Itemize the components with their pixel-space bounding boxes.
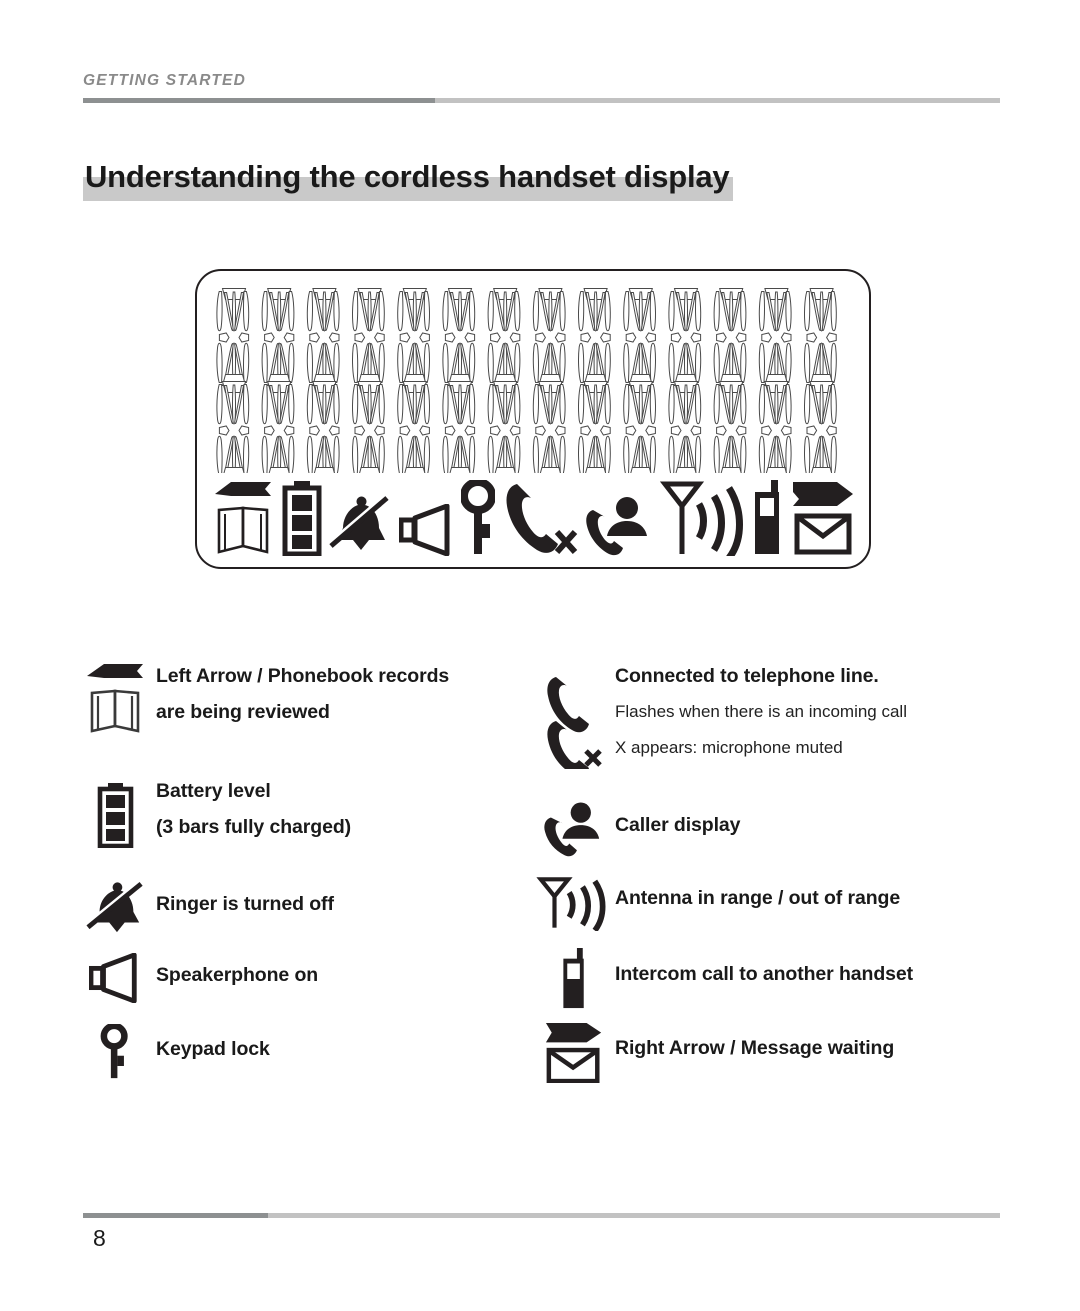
page-title: Understanding the cordless handset displ…	[85, 159, 730, 194]
legend-line: Right Arrow / Message waiting	[615, 1037, 895, 1059]
battery-icon	[97, 783, 134, 848]
battery-icon	[282, 481, 322, 556]
caller-display-icon	[586, 497, 647, 556]
legend-line: Connected to telephone line.	[615, 665, 879, 687]
legend-icon-group-intercom	[539, 948, 611, 1009]
legend-text-battery: Battery level (3 bars fully charged)	[156, 773, 351, 845]
legend-line: Battery level	[156, 780, 271, 802]
legend-icon-group-ringer	[83, 879, 149, 933]
legend-text-ringer: Ringer is turned off	[156, 886, 334, 922]
manual-page: GETTING STARTED Understanding the cordle…	[0, 0, 1080, 1311]
legend-icon-group-handset	[539, 660, 611, 770]
lcd-caller-display	[585, 496, 653, 556]
legend-text-intercom: Intercom call to another handset	[615, 956, 913, 992]
legend-text-message-waiting: Right Arrow / Message waiting	[615, 1030, 894, 1066]
lcd-character-segments	[213, 287, 855, 473]
legend-text-phonebook: Left Arrow / Phonebook records are being…	[156, 658, 449, 730]
legend-line: Antenna in range / out of range	[615, 887, 901, 909]
legend-icon-group-speakerphone	[83, 953, 149, 1003]
page-title-block: Understanding the cordless handset displ…	[83, 155, 783, 205]
legend-icon-group-key	[83, 1024, 149, 1079]
lcd-speakerphone	[399, 504, 455, 556]
legend-line: Keypad lock	[156, 1038, 270, 1060]
legend-text-connected: Connected to telephone line. Flashes whe…	[615, 658, 907, 766]
footer-rule	[83, 1213, 1000, 1218]
lcd-battery	[281, 480, 323, 556]
lcd-left-arrow-and-book	[213, 480, 275, 556]
envelope-icon	[794, 513, 852, 555]
legend-icon-group-battery	[83, 775, 149, 855]
speakerphone-icon	[89, 953, 137, 1003]
key-icon	[100, 1024, 128, 1079]
legend-line: Intercom call to another handset	[615, 963, 914, 985]
lcd-key	[461, 480, 495, 556]
legend-line: X appears: microphone muted	[615, 738, 843, 757]
handset-icon	[506, 484, 558, 553]
lcd-antenna	[659, 480, 745, 556]
open-book-icon	[217, 506, 269, 554]
legend-line: Caller display	[615, 814, 741, 836]
legend-line: Left Arrow / Phonebook records	[156, 665, 450, 687]
legend-text-keypad-lock: Keypad lock	[156, 1031, 270, 1067]
open-book-icon	[90, 689, 140, 733]
antenna-icon	[536, 877, 606, 931]
header-rule-accent	[83, 98, 435, 103]
lcd-right-arrow-and-envelope	[791, 480, 857, 556]
legend-line: Ringer is turned off	[156, 893, 334, 915]
page-number: 8	[93, 1225, 106, 1251]
key-icon	[461, 480, 495, 554]
speakerphone-icon	[399, 504, 450, 556]
cordless-handset-display-illustration	[195, 269, 871, 569]
footer-rule-accent	[83, 1213, 268, 1218]
envelope-icon	[546, 1047, 600, 1083]
lcd-ringer-off	[329, 494, 393, 556]
right-arrow-icon	[545, 1022, 602, 1043]
legend-line: are being reviewed	[156, 701, 330, 723]
lcd-intercom-handset	[751, 480, 785, 556]
lcd-status-icon-row	[213, 476, 857, 556]
intercom-handset-icon	[563, 948, 584, 1009]
legend-line: Flashes when there is an incoming call	[615, 702, 907, 721]
legend: Left Arrow / Phonebook records are being…	[0, 658, 1080, 1083]
antenna-icon	[659, 481, 743, 556]
legend-text-antenna: Antenna in range / out of range	[615, 880, 900, 916]
ringer-off-icon	[329, 494, 390, 550]
legend-text-caller-display: Caller display	[615, 807, 741, 843]
caller-display-icon	[544, 802, 600, 857]
legend-icon-group-antenna	[535, 877, 611, 931]
right-arrow-icon	[793, 482, 853, 506]
lcd-handset-muted	[501, 480, 579, 556]
legend-text-speakerphone: Speakerphone on	[156, 957, 318, 993]
legend-line: Speakerphone on	[156, 964, 319, 986]
legend-icon-group-message-waiting	[539, 1022, 611, 1083]
mute-x-icon	[554, 529, 578, 555]
left-arrow-icon	[87, 664, 143, 678]
legend-line: (3 bars fully charged)	[156, 816, 352, 838]
section-kicker: GETTING STARTED	[83, 72, 246, 89]
legend-icon-group-caller-display	[539, 802, 611, 857]
intercom-handset-icon	[755, 480, 779, 554]
left-arrow-icon	[215, 482, 271, 496]
ringer-off-icon	[85, 879, 144, 933]
legend-icon-group-phonebook	[83, 660, 149, 740]
header-rule	[83, 98, 1000, 103]
